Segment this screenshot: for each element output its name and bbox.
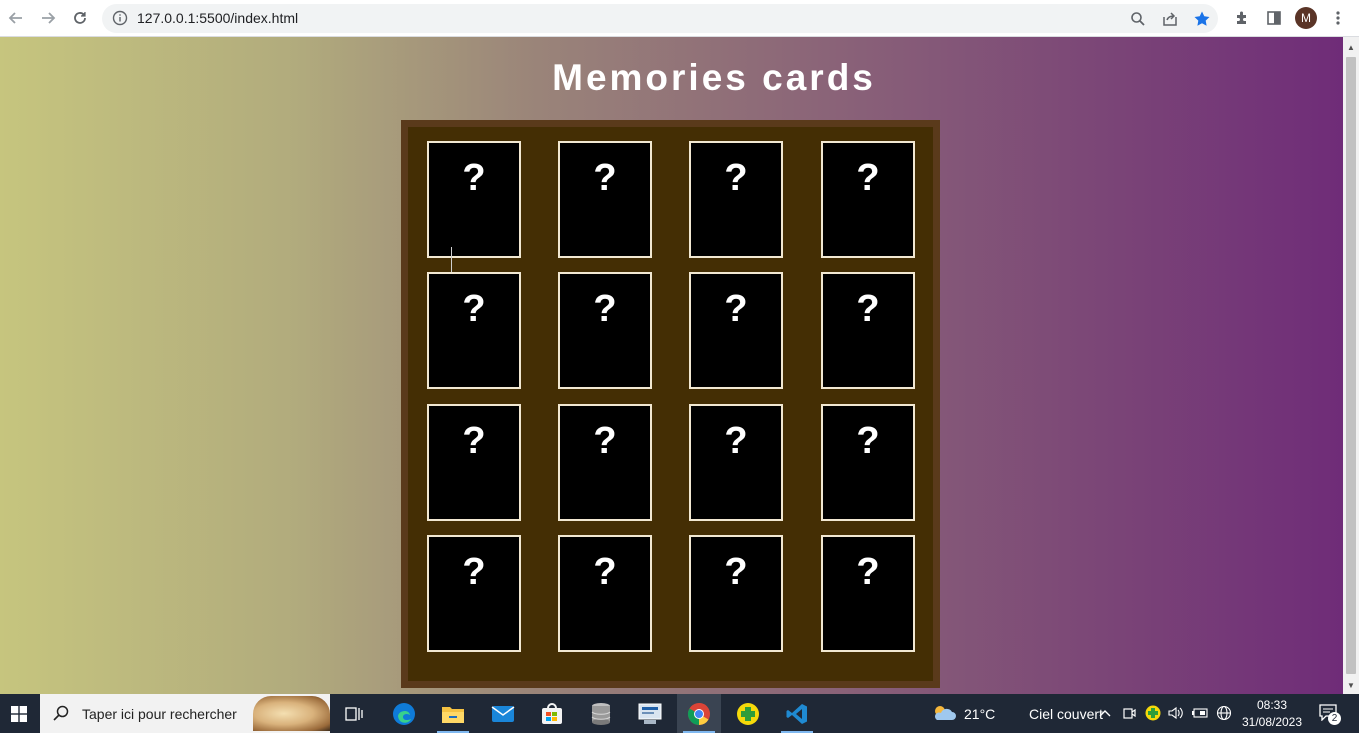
card-question-mark: ? — [724, 288, 748, 330]
memory-card[interactable]: ? — [427, 404, 521, 521]
network-tool-icon[interactable] — [628, 694, 672, 733]
vertical-scrollbar[interactable]: ▲ ▼ — [1343, 37, 1359, 694]
browser-toolbar: 127.0.0.1:5500/index.html M — [0, 0, 1359, 37]
address-bar[interactable]: 127.0.0.1:5500/index.html — [102, 4, 1218, 33]
taskbar-clock[interactable]: 08:33 31/08/2023 — [1235, 697, 1309, 731]
memory-card[interactable]: ? — [427, 141, 521, 278]
clock-date: 31/08/2023 — [1241, 715, 1303, 729]
memory-card[interactable]: ? — [821, 272, 915, 389]
memory-card[interactable]: ? — [427, 535, 521, 652]
info-icon[interactable] — [112, 10, 128, 26]
card-question-mark: ? — [724, 420, 748, 462]
card-question-mark: ? — [462, 420, 486, 462]
reload-icon[interactable] — [68, 6, 92, 30]
memory-card[interactable]: ? — [689, 272, 783, 389]
memory-card[interactable]: ? — [689, 535, 783, 652]
card-question-mark: ? — [462, 551, 486, 593]
memory-card[interactable]: ? — [821, 141, 915, 258]
bookmark-star-icon[interactable] — [1192, 9, 1212, 29]
card-question-mark: ? — [856, 157, 880, 199]
zoom-icon[interactable] — [1128, 9, 1148, 29]
card-question-mark: ? — [593, 551, 617, 593]
memory-card[interactable]: ? — [689, 404, 783, 521]
weather-temp[interactable]: 21°C — [964, 706, 995, 722]
battery-icon[interactable] — [1191, 704, 1209, 722]
memory-card[interactable]: ? — [689, 141, 783, 258]
card-question-mark: ? — [462, 288, 486, 330]
file-explorer-icon[interactable] — [431, 694, 475, 733]
weather-condition[interactable]: Ciel couvert — [1029, 706, 1103, 722]
memory-card[interactable]: ? — [821, 404, 915, 521]
card-question-mark: ? — [593, 288, 617, 330]
scroll-thumb[interactable] — [1346, 57, 1356, 674]
volume-icon[interactable] — [1167, 704, 1185, 722]
back-icon[interactable] — [4, 6, 28, 30]
memory-card[interactable]: ? — [558, 272, 652, 389]
memory-card[interactable]: ? — [821, 535, 915, 652]
weather-cloud-icon[interactable] — [931, 704, 957, 722]
mail-icon[interactable] — [481, 694, 525, 733]
windows-taskbar: Taper ici pour rechercher 21°C Ciel couv… — [0, 694, 1359, 733]
card-question-mark: ? — [724, 157, 748, 199]
taskbar-search[interactable]: Taper ici pour rechercher — [40, 694, 330, 733]
card-question-mark: ? — [724, 551, 748, 593]
task-view-icon[interactable] — [332, 694, 376, 733]
database-icon[interactable] — [579, 694, 623, 733]
vscode-icon[interactable] — [775, 694, 819, 733]
card-question-mark: ? — [462, 157, 486, 199]
chevron-up-icon[interactable] — [1096, 704, 1114, 722]
memory-card[interactable]: ? — [558, 141, 652, 258]
scroll-down-icon[interactable]: ▼ — [1343, 677, 1359, 693]
store-icon[interactable] — [530, 694, 574, 733]
card-question-mark: ? — [856, 420, 880, 462]
memory-card[interactable]: ? — [558, 535, 652, 652]
edge-icon[interactable] — [382, 694, 426, 733]
network-globe-icon[interactable] — [1215, 704, 1233, 722]
meet-now-icon[interactable] — [1120, 704, 1138, 722]
url-text[interactable]: 127.0.0.1:5500/index.html — [137, 10, 298, 26]
menu-icon[interactable] — [1327, 7, 1349, 29]
scroll-up-icon[interactable]: ▲ — [1343, 39, 1359, 55]
extensions-icon[interactable] — [1231, 7, 1253, 29]
card-question-mark: ? — [856, 288, 880, 330]
card-question-mark: ? — [856, 551, 880, 593]
search-icon — [52, 704, 70, 722]
card-question-mark: ? — [593, 420, 617, 462]
memory-card[interactable]: ? — [427, 272, 521, 389]
page-viewport: Memories cards ? ? ? ? ? ? ? ? ? ? ? ? ?… — [0, 37, 1343, 694]
chrome-icon[interactable] — [677, 694, 721, 733]
share-icon[interactable] — [1160, 9, 1180, 29]
side-panel-icon[interactable] — [1263, 7, 1285, 29]
forward-icon[interactable] — [36, 6, 60, 30]
search-placeholder[interactable]: Taper ici pour rechercher — [82, 706, 237, 722]
notification-count-badge: 2 — [1328, 712, 1341, 725]
card-question-mark: ? — [593, 157, 617, 199]
windows-start-icon[interactable] — [0, 694, 38, 733]
health-app-icon[interactable] — [726, 694, 770, 733]
search-highlight-image[interactable] — [253, 696, 330, 731]
page-title: Memories cards — [552, 57, 876, 98]
health-tray-icon[interactable] — [1144, 704, 1162, 722]
clock-time: 08:33 — [1256, 698, 1288, 712]
profile-avatar[interactable]: M — [1295, 7, 1317, 29]
card-board: ? ? ? ? ? ? ? ? ? ? ? ? ? ? ? ? — [401, 120, 940, 688]
memory-card[interactable]: ? — [558, 404, 652, 521]
